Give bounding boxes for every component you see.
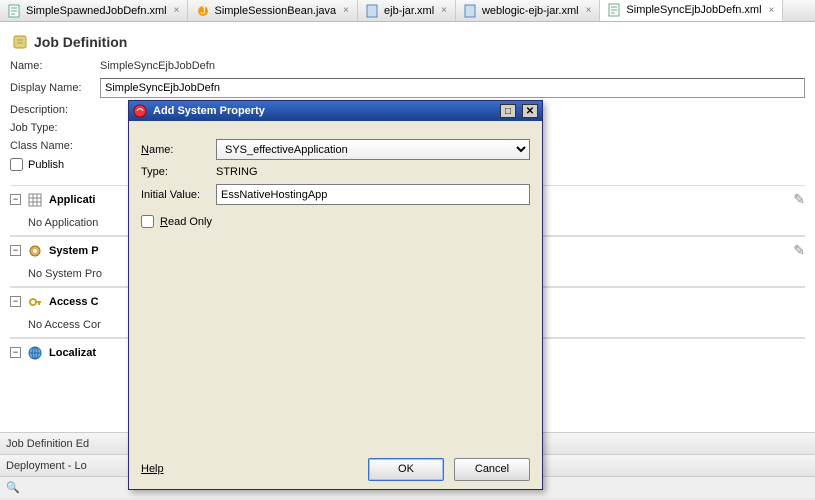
display-name-label: Display Name: [10,82,100,94]
close-button[interactable]: ✕ [522,104,538,118]
ok-button[interactable]: OK [368,458,444,481]
job-definition-icon [12,34,28,50]
xml-file-icon [464,4,478,18]
publish-label: Publish [28,159,64,171]
dlg-readonly-checkbox[interactable] [141,215,154,228]
close-icon[interactable]: × [769,5,775,16]
name-label: Name: [10,60,100,72]
grid-icon [27,192,43,208]
tab-label: SimpleSessionBean.java [214,5,336,17]
tab-simplesync[interactable]: SimpleSyncEjbJobDefn.xml × [600,0,783,21]
section-title: System P [49,245,99,257]
dialog-footer: Help OK Cancel [129,449,542,489]
collapse-icon[interactable]: − [10,347,21,358]
tab-simplespawned[interactable]: SimpleSpawnedJobDefn.xml × [0,0,188,21]
dialog-titlebar[interactable]: Add System Property □ ✕ [129,101,542,121]
app-icon [133,104,147,118]
tab-label: SimpleSyncEjbJobDefn.xml [626,4,761,16]
close-icon[interactable]: × [174,5,180,16]
xml-file-icon [8,4,22,18]
dlg-name-label: Name: [141,144,216,156]
close-icon[interactable]: × [586,5,592,16]
page-title-text: Job Definition [34,34,127,50]
tab-label: SimpleSpawnedJobDefn.xml [26,5,167,17]
help-link[interactable]: Help [141,463,164,475]
section-title: Applicati [49,194,95,206]
add-system-property-dialog: Add System Property □ ✕ Name: SYS_effect… [128,100,543,490]
publish-checkbox[interactable] [10,158,23,171]
tab-label: ejb-jar.xml [384,5,434,17]
display-name-input[interactable] [100,78,805,98]
key-icon [27,294,43,310]
collapse-icon[interactable]: − [10,245,21,256]
close-icon[interactable]: × [441,5,447,16]
gear-icon [27,243,43,259]
dlg-initial-label: Initial Value: [141,189,216,201]
collapse-icon[interactable]: − [10,296,21,307]
dlg-readonly-label: Read Only [160,216,212,228]
xml-file-icon [608,3,622,17]
dialog-body: Name: SYS_effectiveApplication Type: STR… [129,121,542,449]
edit-icon[interactable]: ✎ [793,242,805,259]
dlg-name-select[interactable]: SYS_effectiveApplication [216,139,530,160]
dlg-type-label: Type: [141,166,216,178]
java-file-icon: J [196,4,210,18]
section-title: Access C [49,296,99,308]
globe-icon [27,345,43,361]
tab-label: weblogic-ejb-jar.xml [482,5,579,17]
xml-file-icon [366,4,380,18]
edit-icon[interactable]: ✎ [793,191,805,208]
dialog-title: Add System Property [153,105,265,117]
name-value: SimpleSyncEjbJobDefn [100,60,215,72]
dlg-initial-input[interactable] [216,184,530,205]
description-label: Description: [10,104,100,116]
footer-tab-label: Job Definition Ed [6,438,89,450]
tab-simplesessionbean[interactable]: J SimpleSessionBean.java × [188,0,358,21]
collapse-icon[interactable]: − [10,194,21,205]
cancel-button[interactable]: Cancel [454,458,530,481]
tab-ejbjar[interactable]: ejb-jar.xml × [358,0,456,21]
svg-text:J: J [201,5,207,17]
classname-label: Class Name: [10,140,100,152]
search-icon: 🔍 [6,481,20,494]
dlg-type-value: STRING [216,166,258,178]
status-text: Deployment - Lo [6,460,87,472]
section-title: Localizat [49,347,96,359]
tab-weblogic-ejbjar[interactable]: weblogic-ejb-jar.xml × [456,0,600,21]
jobtype-label: Job Type: [10,122,100,134]
close-icon[interactable]: × [343,5,349,16]
page-title: Job Definition [12,34,805,50]
editor-tabbar: SimpleSpawnedJobDefn.xml × J SimpleSessi… [0,0,815,22]
maximize-button[interactable]: □ [500,104,516,118]
